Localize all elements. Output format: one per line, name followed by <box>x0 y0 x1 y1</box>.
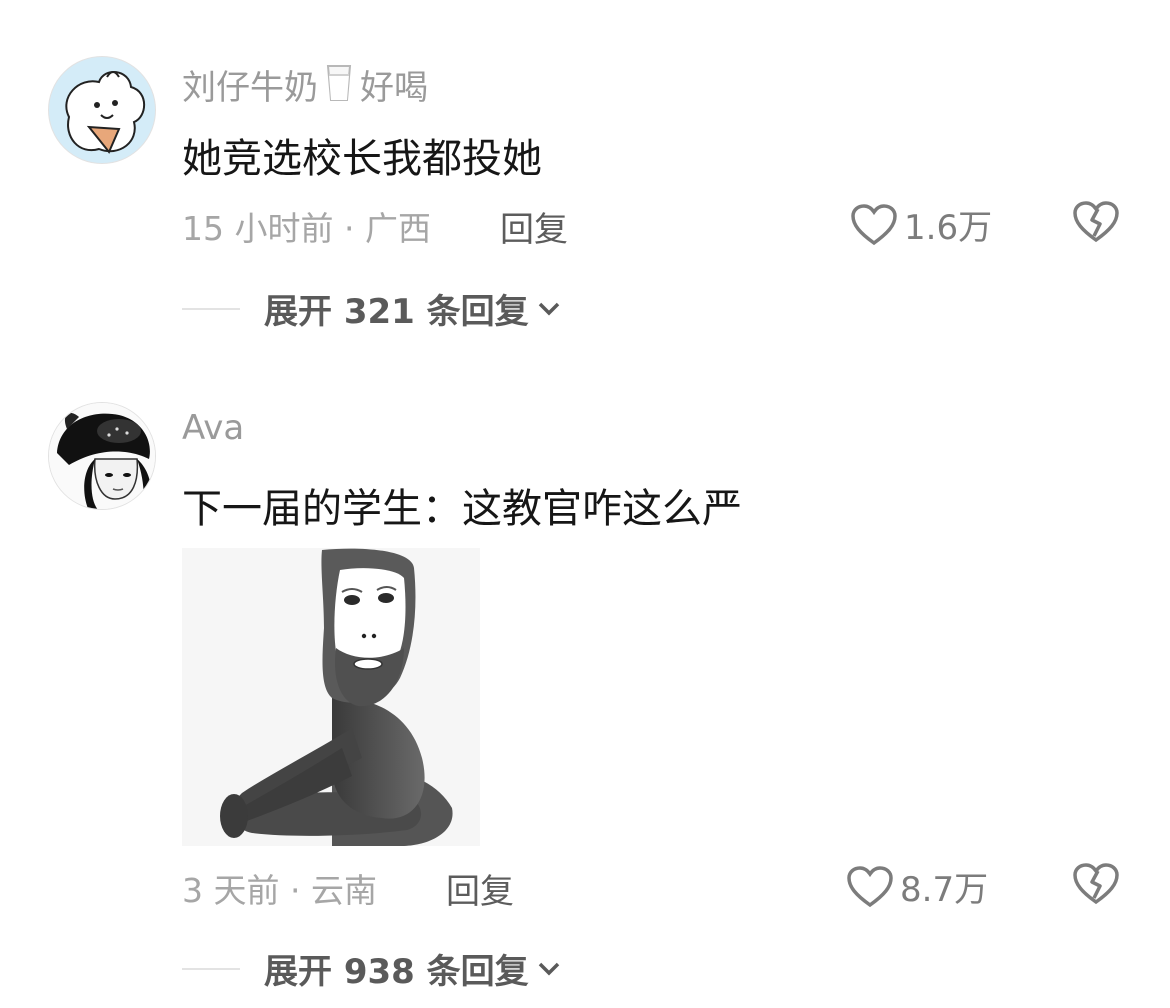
meme-image[interactable] <box>182 548 480 846</box>
meme-figure <box>182 548 480 846</box>
comment-text[interactable]: 下一届的学生：这教官咋这么严 <box>182 476 742 534</box>
chevron-down-icon <box>538 962 559 975</box>
reply-button[interactable]: 回复 <box>446 864 514 913</box>
comment-meta: 3 天前 · 云南 <box>182 871 377 910</box>
expand-replies-button[interactable]: 展开 938 条回复 <box>182 944 561 993</box>
expand-label: 展开 938 条回复 <box>264 952 529 992</box>
comment-item-2: Ava 下一届的学生：这教官咋这么严 3 天前 · 云南 回复 8.7万 展开 … <box>0 0 1170 1008</box>
avatar-image <box>49 403 155 509</box>
username[interactable]: Ava <box>182 408 244 448</box>
like-button[interactable]: 8.7万 <box>846 862 988 911</box>
like-count: 8.7万 <box>900 870 989 910</box>
heart-icon <box>847 865 893 907</box>
divider-line <box>182 967 240 970</box>
dislike-button[interactable] <box>1072 862 1120 910</box>
broken-heart-icon <box>1073 863 1119 905</box>
avatar[interactable] <box>48 402 156 510</box>
